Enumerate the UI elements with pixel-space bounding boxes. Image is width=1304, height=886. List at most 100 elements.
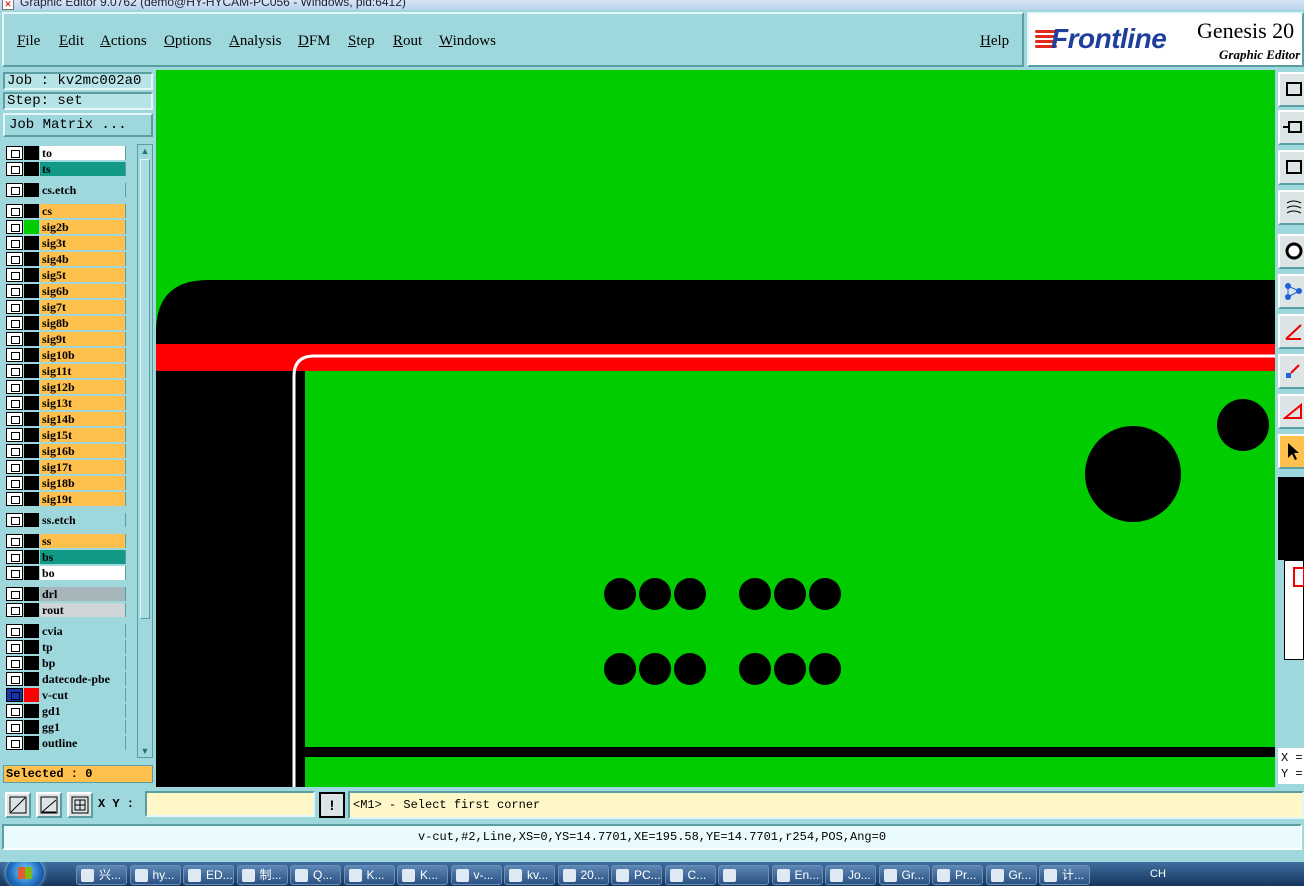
layer-row-gg1[interactable]: gg1 [4,718,126,734]
layer-name[interactable]: tp [40,640,126,654]
layer-display-swatch[interactable] [24,396,39,410]
taskbar-item[interactable]: C... [664,865,716,885]
layer-name[interactable]: sig16b [40,444,126,458]
layer-row-ts[interactable]: ts [4,160,126,176]
layer-display-swatch[interactable] [24,672,39,686]
taskbar-item[interactable]: 20... [557,865,609,885]
layer-name[interactable]: v-cut [40,688,126,702]
layer-affected-checkbox[interactable] [6,587,23,601]
layer-display-swatch[interactable] [24,736,39,750]
layer-name[interactable]: sig10b [40,348,126,362]
layer-affected-checkbox[interactable] [6,268,23,282]
layer-row-sig9t[interactable]: sig9t [4,330,126,346]
layer-display-swatch[interactable] [24,688,39,702]
input-mode-rect-icon[interactable] [5,792,31,818]
tool-line-icon[interactable] [1278,314,1304,349]
taskbar-item[interactable]: K... [343,865,395,885]
layer-display-swatch[interactable] [24,300,39,314]
layer-affected-checkbox[interactable] [6,476,23,490]
layer-affected-checkbox[interactable] [6,428,23,442]
layer-row-sig7t[interactable]: sig7t [4,298,126,314]
layer-affected-checkbox[interactable] [6,183,23,197]
layer-display-swatch[interactable] [24,348,39,362]
layer-affected-checkbox[interactable] [6,380,23,394]
layer-row-tp[interactable]: tp [4,638,126,654]
layer-row-datecode-pbe[interactable]: datecode-pbe [4,670,126,686]
layer-display-swatch[interactable] [24,603,39,617]
layer-row-sig3t[interactable]: sig3t [4,234,126,250]
layer-name[interactable]: datecode-pbe [40,672,126,686]
layer-row-cs-etch[interactable]: cs.etch [4,181,126,197]
layer-name[interactable]: to [40,146,126,160]
layer-affected-checkbox[interactable] [6,566,23,580]
layer-display-swatch[interactable] [24,220,39,234]
layer-name[interactable]: sig2b [40,220,126,234]
layer-display-swatch[interactable] [24,146,39,160]
layer-affected-checkbox[interactable] [6,603,23,617]
layer-name[interactable]: sig18b [40,476,126,490]
layer-row-sig18b[interactable]: sig18b [4,474,126,490]
layer-affected-checkbox[interactable] [6,412,23,426]
layer-affected-checkbox[interactable] [6,348,23,362]
layer-row-cvia[interactable]: cvia [4,622,126,638]
layer-row-sig17t[interactable]: sig17t [4,458,126,474]
layer-name[interactable]: sig9t [40,332,126,346]
menu-dfm[interactable]: DFM [298,33,331,50]
layer-affected-checkbox[interactable] [6,332,23,346]
graphic-canvas[interactable] [156,70,1275,787]
taskbar-item[interactable]: Q... [290,865,341,885]
layer-affected-checkbox[interactable] [6,624,23,638]
layer-name[interactable]: drl [40,587,126,601]
layer-name[interactable]: ts [40,162,126,176]
layer-affected-checkbox[interactable] [6,316,23,330]
taskbar-item[interactable]: 制... [236,865,288,885]
layer-affected-checkbox[interactable] [6,252,23,266]
layer-affected-checkbox[interactable] [6,236,23,250]
layer-row-rout[interactable]: rout [4,601,126,617]
layer-name[interactable]: sig19t [40,492,126,506]
layer-name[interactable]: sig8b [40,316,126,330]
layer-display-swatch[interactable] [24,720,39,734]
tool-network-icon[interactable] [1278,274,1304,309]
layer-display-swatch[interactable] [24,284,39,298]
taskbar-item[interactable]: Gr... [878,865,930,885]
layer-display-swatch[interactable] [24,268,39,282]
taskbar-item[interactable]: PC... [611,865,662,885]
menu-edit[interactable]: Edit [59,33,84,50]
layer-display-swatch[interactable] [24,492,39,506]
layer-name[interactable]: sig11t [40,364,126,378]
taskbar-item[interactable]: Jo... [825,865,876,885]
layer-display-swatch[interactable] [24,656,39,670]
tool-block-icon[interactable] [1278,150,1304,185]
layer-affected-checkbox[interactable] [6,204,23,218]
layer-name[interactable]: sig13t [40,396,126,410]
layer-row-sig5t[interactable]: sig5t [4,266,126,282]
layer-affected-checkbox[interactable] [6,736,23,750]
layer-name[interactable]: ss [40,534,126,548]
layer-affected-checkbox[interactable] [6,396,23,410]
menu-options[interactable]: Options [164,33,212,50]
taskbar-item[interactable]: 计... [1039,865,1090,885]
layer-display-swatch[interactable] [24,236,39,250]
taskbar-item[interactable]: Gr... [985,865,1037,885]
layer-row-sig10b[interactable]: sig10b [4,346,126,362]
layer-display-swatch[interactable] [24,587,39,601]
layer-row-sig2b[interactable]: sig2b [4,218,126,234]
layer-affected-checkbox[interactable] [6,672,23,686]
layer-display-swatch[interactable] [24,252,39,266]
input-mode-angle-icon[interactable] [36,792,62,818]
layer-name[interactable]: cs.etch [40,183,126,197]
layer-display-swatch[interactable] [24,550,39,564]
overview-minimap[interactable] [1284,560,1304,660]
layer-row-sig4b[interactable]: sig4b [4,250,126,266]
layer-name[interactable]: bp [40,656,126,670]
layer-affected-checkbox[interactable] [6,364,23,378]
menu-actions[interactable]: Actions [100,33,147,50]
taskbar-item[interactable]: v-... [450,865,502,885]
layer-affected-checkbox[interactable] [6,300,23,314]
layer-row-cs[interactable]: cs [4,202,126,218]
taskbar-item[interactable]: K... [397,865,448,885]
input-mode-grid-icon[interactable] [67,792,93,818]
menu-help[interactable]: Help [980,33,1009,50]
layer-row-bs[interactable]: bs [4,548,126,564]
